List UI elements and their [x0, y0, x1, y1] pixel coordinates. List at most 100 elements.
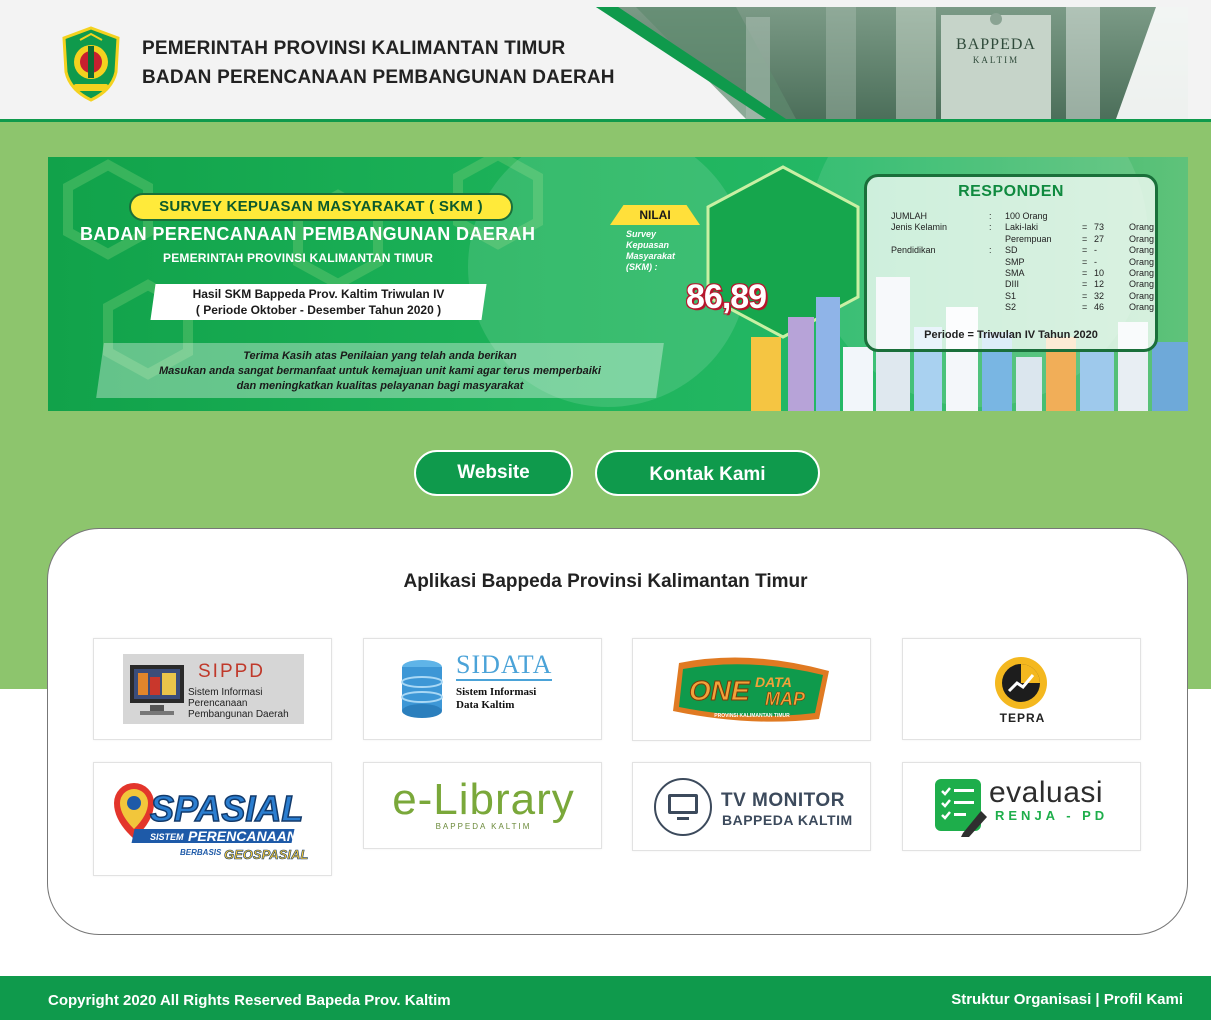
responden-cat: Laki-laki [1005, 222, 1039, 233]
one-data-map-data-text: DATA [755, 674, 792, 690]
responden-unit: Orang [1129, 256, 1155, 267]
spasial-name: SPASIAL [150, 788, 303, 829]
responden-val: - [1094, 256, 1097, 267]
app-card-one-data-map[interactable]: ONE DATA MAP PROVINSI KALIMANTAN TIMUR [632, 638, 871, 741]
e-library-name: e-Library [392, 775, 575, 824]
sippd-name: SIPPD [198, 661, 266, 682]
app-card-spasial[interactable]: SPASIAL SISTEM PERENCANAAN BERBASIS GEOS… [93, 762, 332, 876]
sidata-desc-line1: Sistem Informasi [456, 686, 537, 698]
responden-cat: SMA [1005, 268, 1025, 278]
responden-cat: Perempuan [1005, 233, 1052, 244]
responden-eq: = [1082, 290, 1088, 301]
evaluasi-name: evaluasi [989, 776, 1104, 809]
responden-unit: Orang [1129, 290, 1155, 301]
one-data-map-map-text: MAP [765, 689, 806, 709]
responden-eq: = [1082, 256, 1088, 267]
one-data-map-tagline: PROVINSI KALIMANTAN TIMUR [714, 713, 790, 719]
footer-links: Struktur Organisasi | Profil Kami [951, 991, 1183, 1008]
responden-label: Jenis Kelamin [891, 222, 948, 233]
one-data-map-one-text: ONE [689, 675, 751, 706]
responden-cat: SMP [1005, 256, 1025, 267]
responden-unit: Orang [1129, 279, 1155, 290]
app-card-evaluasi-renja[interactable]: evaluasi RENJA - PD [902, 762, 1141, 851]
responden-eq: = [1082, 268, 1088, 278]
responden-val: 10 [1094, 268, 1105, 278]
responden-val: 12 [1094, 279, 1105, 290]
responden-sep: : [989, 222, 992, 233]
one-data-map-logo: ONE DATA MAP PROVINSI KALIMANTAN TIMUR [673, 657, 829, 722]
site-header: PEMERINTAH PROVINSI KALIMANTAN TIMUR BAD… [0, 0, 1211, 122]
sippd-description: Sistem Informasi Perencanaan Pembangunan… [188, 687, 304, 720]
building-sign-subtext: KALTIM [973, 55, 1019, 65]
bappeda-building-photo: BAPPEDA KALTIM [596, 7, 1188, 119]
responden-unit: Orang [1129, 233, 1155, 244]
hasil-line-2: ( Periode Oktober - Desember Tahun 2020 … [195, 303, 442, 317]
struktur-organisasi-link[interactable]: Struktur Organisasi [951, 991, 1091, 1008]
kontak-kami-button[interactable]: Kontak Kami [595, 450, 820, 496]
thanks-line-2: Masukan anda sangat bermanfaat untuk kem… [159, 365, 601, 377]
sippd-desc-line3: Pembangunan Daerah [188, 709, 289, 720]
responden-eq: = [1082, 245, 1088, 256]
sippd-monitor-icon [130, 665, 184, 715]
spasial-tag-sistem: SISTEM [150, 832, 184, 842]
app-card-sidata[interactable]: SIDATA Sistem Informasi Data Kaltim [363, 638, 602, 740]
building-sign-text: BAPPEDA [956, 36, 1036, 53]
responden-unit: Orang [1129, 268, 1155, 278]
responden-title: RESPONDEN [958, 183, 1064, 200]
sidata-description: Sistem Informasi Data Kaltim [456, 686, 536, 712]
header-title-agency: BADAN PERENCANAAN PEMBANGUNAN DAERAH [142, 67, 615, 88]
spasial-tag-geospasial: GEOSPASIAL [224, 847, 308, 862]
responden-label: Pendidikan [891, 245, 936, 256]
spasial-tag-perencanaan: PERENCANAAN [188, 828, 298, 844]
responden-unit: Orang [1129, 222, 1155, 233]
thanks-message: Terima Kasih atas Penilaian yang telah a… [110, 349, 650, 394]
sippd-desc-line2: Perencanaan [188, 698, 248, 709]
thanks-line-1: Terima Kasih atas Penilaian yang telah a… [243, 350, 517, 362]
responden-eq: = [1082, 233, 1088, 244]
responden-unit: Orang [1129, 302, 1155, 313]
app-card-e-library[interactable]: e-Library BAPPEDA KALTIM [363, 762, 602, 849]
sidata-database-icon [401, 660, 443, 718]
app-card-sippd[interactable]: SIPPD Sistem Informasi Perencanaan Pemba… [93, 638, 332, 740]
responden-periode: Periode = Triwulan IV Tahun 2020 [924, 329, 1098, 341]
responden-cat: S2 [1005, 302, 1017, 313]
footer-copyright: Copyright 2020 All Rights Reserved Baped… [48, 992, 451, 1009]
responden-cat: 100 Orang [1005, 211, 1048, 221]
responden-cat: S1 [1005, 290, 1017, 301]
tv-monitor-tagline: BAPPEDA KALTIM [722, 812, 853, 828]
responden-val: 32 [1094, 290, 1105, 301]
tv-monitor-name: TV MONITOR [721, 790, 845, 811]
evaluasi-checklist-icon [935, 779, 987, 837]
responden-unit: Orang [1129, 245, 1155, 256]
header-title-province: PEMERINTAH PROVINSI KALIMANTAN TIMUR [142, 38, 566, 59]
responden-val: - [1094, 245, 1097, 256]
responden-cat: SD [1005, 245, 1018, 256]
nilai-score-value: 86,89 [686, 278, 767, 316]
sidata-name: SIDATA [456, 650, 553, 681]
responden-box: RESPONDEN JUMLAH: 100 Orang Jenis Kelamin:… [864, 174, 1158, 352]
profil-kami-link[interactable]: Profil Kami [1104, 991, 1183, 1008]
responden-sep: : [989, 245, 992, 256]
app-card-tv-monitor[interactable]: TV MONITOR BAPPEDA KALTIM [632, 762, 871, 851]
responden-eq: = [1082, 302, 1088, 313]
responden-cat: DIII [1005, 279, 1020, 290]
e-library-tagline: BAPPEDA KALTIM [435, 822, 532, 831]
nilai-badge: NILAI [610, 205, 700, 225]
website-button[interactable]: Website [414, 450, 573, 496]
tv-monitor-icon [654, 778, 712, 836]
footer-separator: | [1091, 991, 1104, 1008]
hasil-line-1: Hasil SKM Bappeda Prov. Kaltim Triwulan … [192, 287, 445, 301]
sidata-desc-line2: Data Kaltim [456, 699, 515, 711]
responden-label: JUMLAH [891, 211, 928, 221]
thanks-line-3: dan meningkatkan kualitas pelayanan bagi… [236, 380, 524, 392]
responden-eq: = [1082, 279, 1088, 290]
kaltim-emblem-logo[interactable] [60, 26, 122, 102]
nilai-label: Survey Kepuasan Masyarakat (SKM) : [626, 229, 676, 272]
skm-title-pill: SURVEY KEPUASAN MASYARAKAT ( SKM ) [129, 193, 513, 221]
banner-agency-title: BADAN PERENCANAAN PEMBANGUNAN DAERAH [80, 224, 536, 244]
spasial-tag-berbasis: BERBASIS [180, 848, 222, 857]
app-card-tepra[interactable]: TEPRA [902, 638, 1141, 740]
sippd-desc-line1: Sistem Informasi [188, 687, 263, 698]
spasial-logo: SPASIAL SISTEM PERENCANAAN BERBASIS GEOS… [114, 783, 309, 862]
responden-val: 27 [1094, 233, 1105, 244]
